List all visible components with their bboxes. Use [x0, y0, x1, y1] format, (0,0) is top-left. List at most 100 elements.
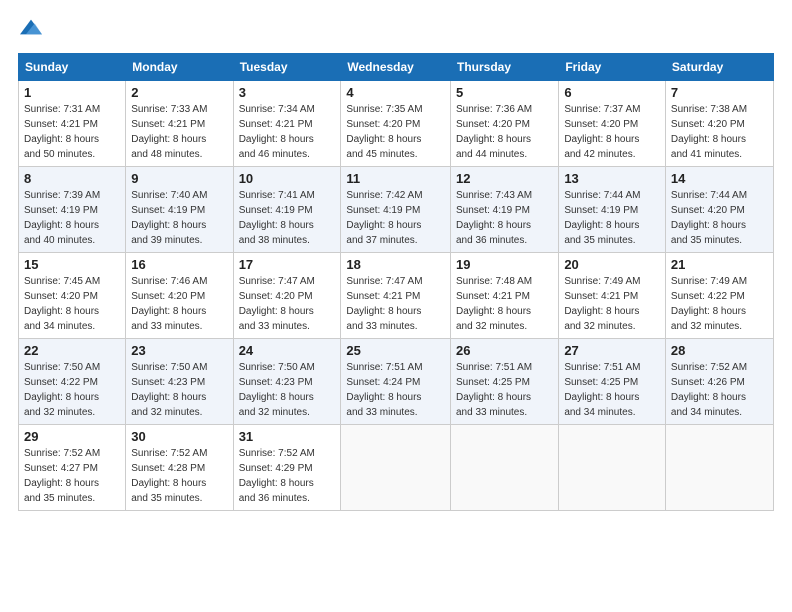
daylight-minutes: and 34 minutes.	[24, 321, 95, 332]
daylight-minutes: and 34 minutes.	[564, 407, 635, 418]
calendar-cell: 27 Sunrise: 7:51 AM Sunset: 4:25 PM Dayl…	[559, 339, 666, 425]
sunset-label: Sunset: 4:27 PM	[24, 463, 98, 474]
calendar-cell: 30 Sunrise: 7:52 AM Sunset: 4:28 PM Dayl…	[126, 425, 233, 511]
sunrise-label: Sunrise: 7:49 AM	[564, 276, 640, 287]
calendar-cell: 5 Sunrise: 7:36 AM Sunset: 4:20 PM Dayli…	[450, 81, 558, 167]
sunset-label: Sunset: 4:23 PM	[131, 377, 205, 388]
calendar-cell: 23 Sunrise: 7:50 AM Sunset: 4:23 PM Dayl…	[126, 339, 233, 425]
sunset-label: Sunset: 4:21 PM	[456, 291, 530, 302]
daylight-minutes: and 32 minutes.	[131, 407, 202, 418]
calendar-week-row: 1 Sunrise: 7:31 AM Sunset: 4:21 PM Dayli…	[19, 81, 774, 167]
sunset-label: Sunset: 4:20 PM	[131, 291, 205, 302]
calendar-cell: 31 Sunrise: 7:52 AM Sunset: 4:29 PM Dayl…	[233, 425, 341, 511]
calendar-cell: 26 Sunrise: 7:51 AM Sunset: 4:25 PM Dayl…	[450, 339, 558, 425]
sunset-label: Sunset: 4:20 PM	[239, 291, 313, 302]
day-info: Sunrise: 7:37 AM Sunset: 4:20 PM Dayligh…	[564, 102, 660, 162]
weekday-header-saturday: Saturday	[665, 54, 773, 81]
sunrise-label: Sunrise: 7:31 AM	[24, 104, 100, 115]
calendar-week-row: 15 Sunrise: 7:45 AM Sunset: 4:20 PM Dayl…	[19, 253, 774, 339]
sunrise-label: Sunrise: 7:51 AM	[564, 362, 640, 373]
day-info: Sunrise: 7:43 AM Sunset: 4:19 PM Dayligh…	[456, 188, 553, 248]
day-info: Sunrise: 7:47 AM Sunset: 4:21 PM Dayligh…	[346, 274, 445, 334]
header	[18, 16, 774, 43]
sunset-label: Sunset: 4:19 PM	[239, 205, 313, 216]
logo-icon	[20, 16, 42, 38]
sunset-label: Sunset: 4:21 PM	[239, 119, 313, 130]
sunrise-label: Sunrise: 7:50 AM	[131, 362, 207, 373]
calendar-cell: 24 Sunrise: 7:50 AM Sunset: 4:23 PM Dayl…	[233, 339, 341, 425]
sunrise-label: Sunrise: 7:52 AM	[671, 362, 747, 373]
day-info: Sunrise: 7:39 AM Sunset: 4:19 PM Dayligh…	[24, 188, 120, 248]
sunset-label: Sunset: 4:28 PM	[131, 463, 205, 474]
daylight-minutes: and 34 minutes.	[671, 407, 742, 418]
calendar-cell: 17 Sunrise: 7:47 AM Sunset: 4:20 PM Dayl…	[233, 253, 341, 339]
day-info: Sunrise: 7:41 AM Sunset: 4:19 PM Dayligh…	[239, 188, 336, 248]
calendar-cell: 21 Sunrise: 7:49 AM Sunset: 4:22 PM Dayl…	[665, 253, 773, 339]
daylight-minutes: and 33 minutes.	[239, 321, 310, 332]
sunrise-label: Sunrise: 7:34 AM	[239, 104, 315, 115]
daylight-label: Daylight: 8 hours	[671, 306, 746, 317]
daylight-minutes: and 33 minutes.	[456, 407, 527, 418]
day-number: 16	[131, 257, 227, 272]
daylight-label: Daylight: 8 hours	[239, 392, 314, 403]
day-number: 18	[346, 257, 445, 272]
calendar-cell: 15 Sunrise: 7:45 AM Sunset: 4:20 PM Dayl…	[19, 253, 126, 339]
day-number: 14	[671, 171, 768, 186]
day-info: Sunrise: 7:36 AM Sunset: 4:20 PM Dayligh…	[456, 102, 553, 162]
sunrise-label: Sunrise: 7:35 AM	[346, 104, 422, 115]
daylight-label: Daylight: 8 hours	[239, 306, 314, 317]
daylight-minutes: and 38 minutes.	[239, 235, 310, 246]
daylight-minutes: and 33 minutes.	[131, 321, 202, 332]
day-number: 24	[239, 343, 336, 358]
daylight-label: Daylight: 8 hours	[346, 220, 421, 231]
day-info: Sunrise: 7:50 AM Sunset: 4:22 PM Dayligh…	[24, 360, 120, 420]
calendar-cell: 12 Sunrise: 7:43 AM Sunset: 4:19 PM Dayl…	[450, 167, 558, 253]
daylight-minutes: and 45 minutes.	[346, 149, 417, 160]
day-info: Sunrise: 7:50 AM Sunset: 4:23 PM Dayligh…	[131, 360, 227, 420]
day-number: 27	[564, 343, 660, 358]
day-number: 17	[239, 257, 336, 272]
daylight-minutes: and 32 minutes.	[24, 407, 95, 418]
sunset-label: Sunset: 4:19 PM	[24, 205, 98, 216]
daylight-label: Daylight: 8 hours	[239, 220, 314, 231]
calendar-cell: 9 Sunrise: 7:40 AM Sunset: 4:19 PM Dayli…	[126, 167, 233, 253]
sunrise-label: Sunrise: 7:52 AM	[24, 448, 100, 459]
daylight-label: Daylight: 8 hours	[564, 134, 639, 145]
calendar-week-row: 22 Sunrise: 7:50 AM Sunset: 4:22 PM Dayl…	[19, 339, 774, 425]
calendar-cell: 8 Sunrise: 7:39 AM Sunset: 4:19 PM Dayli…	[19, 167, 126, 253]
daylight-label: Daylight: 8 hours	[671, 392, 746, 403]
calendar: SundayMondayTuesdayWednesdayThursdayFrid…	[18, 53, 774, 511]
daylight-minutes: and 46 minutes.	[239, 149, 310, 160]
day-info: Sunrise: 7:52 AM Sunset: 4:29 PM Dayligh…	[239, 446, 336, 506]
sunset-label: Sunset: 4:21 PM	[24, 119, 98, 130]
daylight-label: Daylight: 8 hours	[131, 220, 206, 231]
daylight-label: Daylight: 8 hours	[24, 220, 99, 231]
day-number: 10	[239, 171, 336, 186]
sunrise-label: Sunrise: 7:50 AM	[24, 362, 100, 373]
day-info: Sunrise: 7:50 AM Sunset: 4:23 PM Dayligh…	[239, 360, 336, 420]
daylight-label: Daylight: 8 hours	[564, 306, 639, 317]
daylight-minutes: and 32 minutes.	[564, 321, 635, 332]
day-number: 1	[24, 85, 120, 100]
sunset-label: Sunset: 4:25 PM	[456, 377, 530, 388]
day-number: 21	[671, 257, 768, 272]
weekday-header-friday: Friday	[559, 54, 666, 81]
daylight-minutes: and 33 minutes.	[346, 407, 417, 418]
daylight-minutes: and 33 minutes.	[346, 321, 417, 332]
day-number: 7	[671, 85, 768, 100]
daylight-label: Daylight: 8 hours	[564, 392, 639, 403]
calendar-header-row: SundayMondayTuesdayWednesdayThursdayFrid…	[19, 54, 774, 81]
daylight-minutes: and 40 minutes.	[24, 235, 95, 246]
daylight-label: Daylight: 8 hours	[24, 478, 99, 489]
day-info: Sunrise: 7:51 AM Sunset: 4:24 PM Dayligh…	[346, 360, 445, 420]
calendar-cell: 25 Sunrise: 7:51 AM Sunset: 4:24 PM Dayl…	[341, 339, 451, 425]
sunrise-label: Sunrise: 7:51 AM	[456, 362, 532, 373]
day-info: Sunrise: 7:46 AM Sunset: 4:20 PM Dayligh…	[131, 274, 227, 334]
daylight-minutes: and 35 minutes.	[131, 493, 202, 504]
calendar-cell: 18 Sunrise: 7:47 AM Sunset: 4:21 PM Dayl…	[341, 253, 451, 339]
daylight-minutes: and 36 minutes.	[456, 235, 527, 246]
sunrise-label: Sunrise: 7:40 AM	[131, 190, 207, 201]
calendar-cell: 13 Sunrise: 7:44 AM Sunset: 4:19 PM Dayl…	[559, 167, 666, 253]
weekday-header-sunday: Sunday	[19, 54, 126, 81]
daylight-label: Daylight: 8 hours	[346, 134, 421, 145]
